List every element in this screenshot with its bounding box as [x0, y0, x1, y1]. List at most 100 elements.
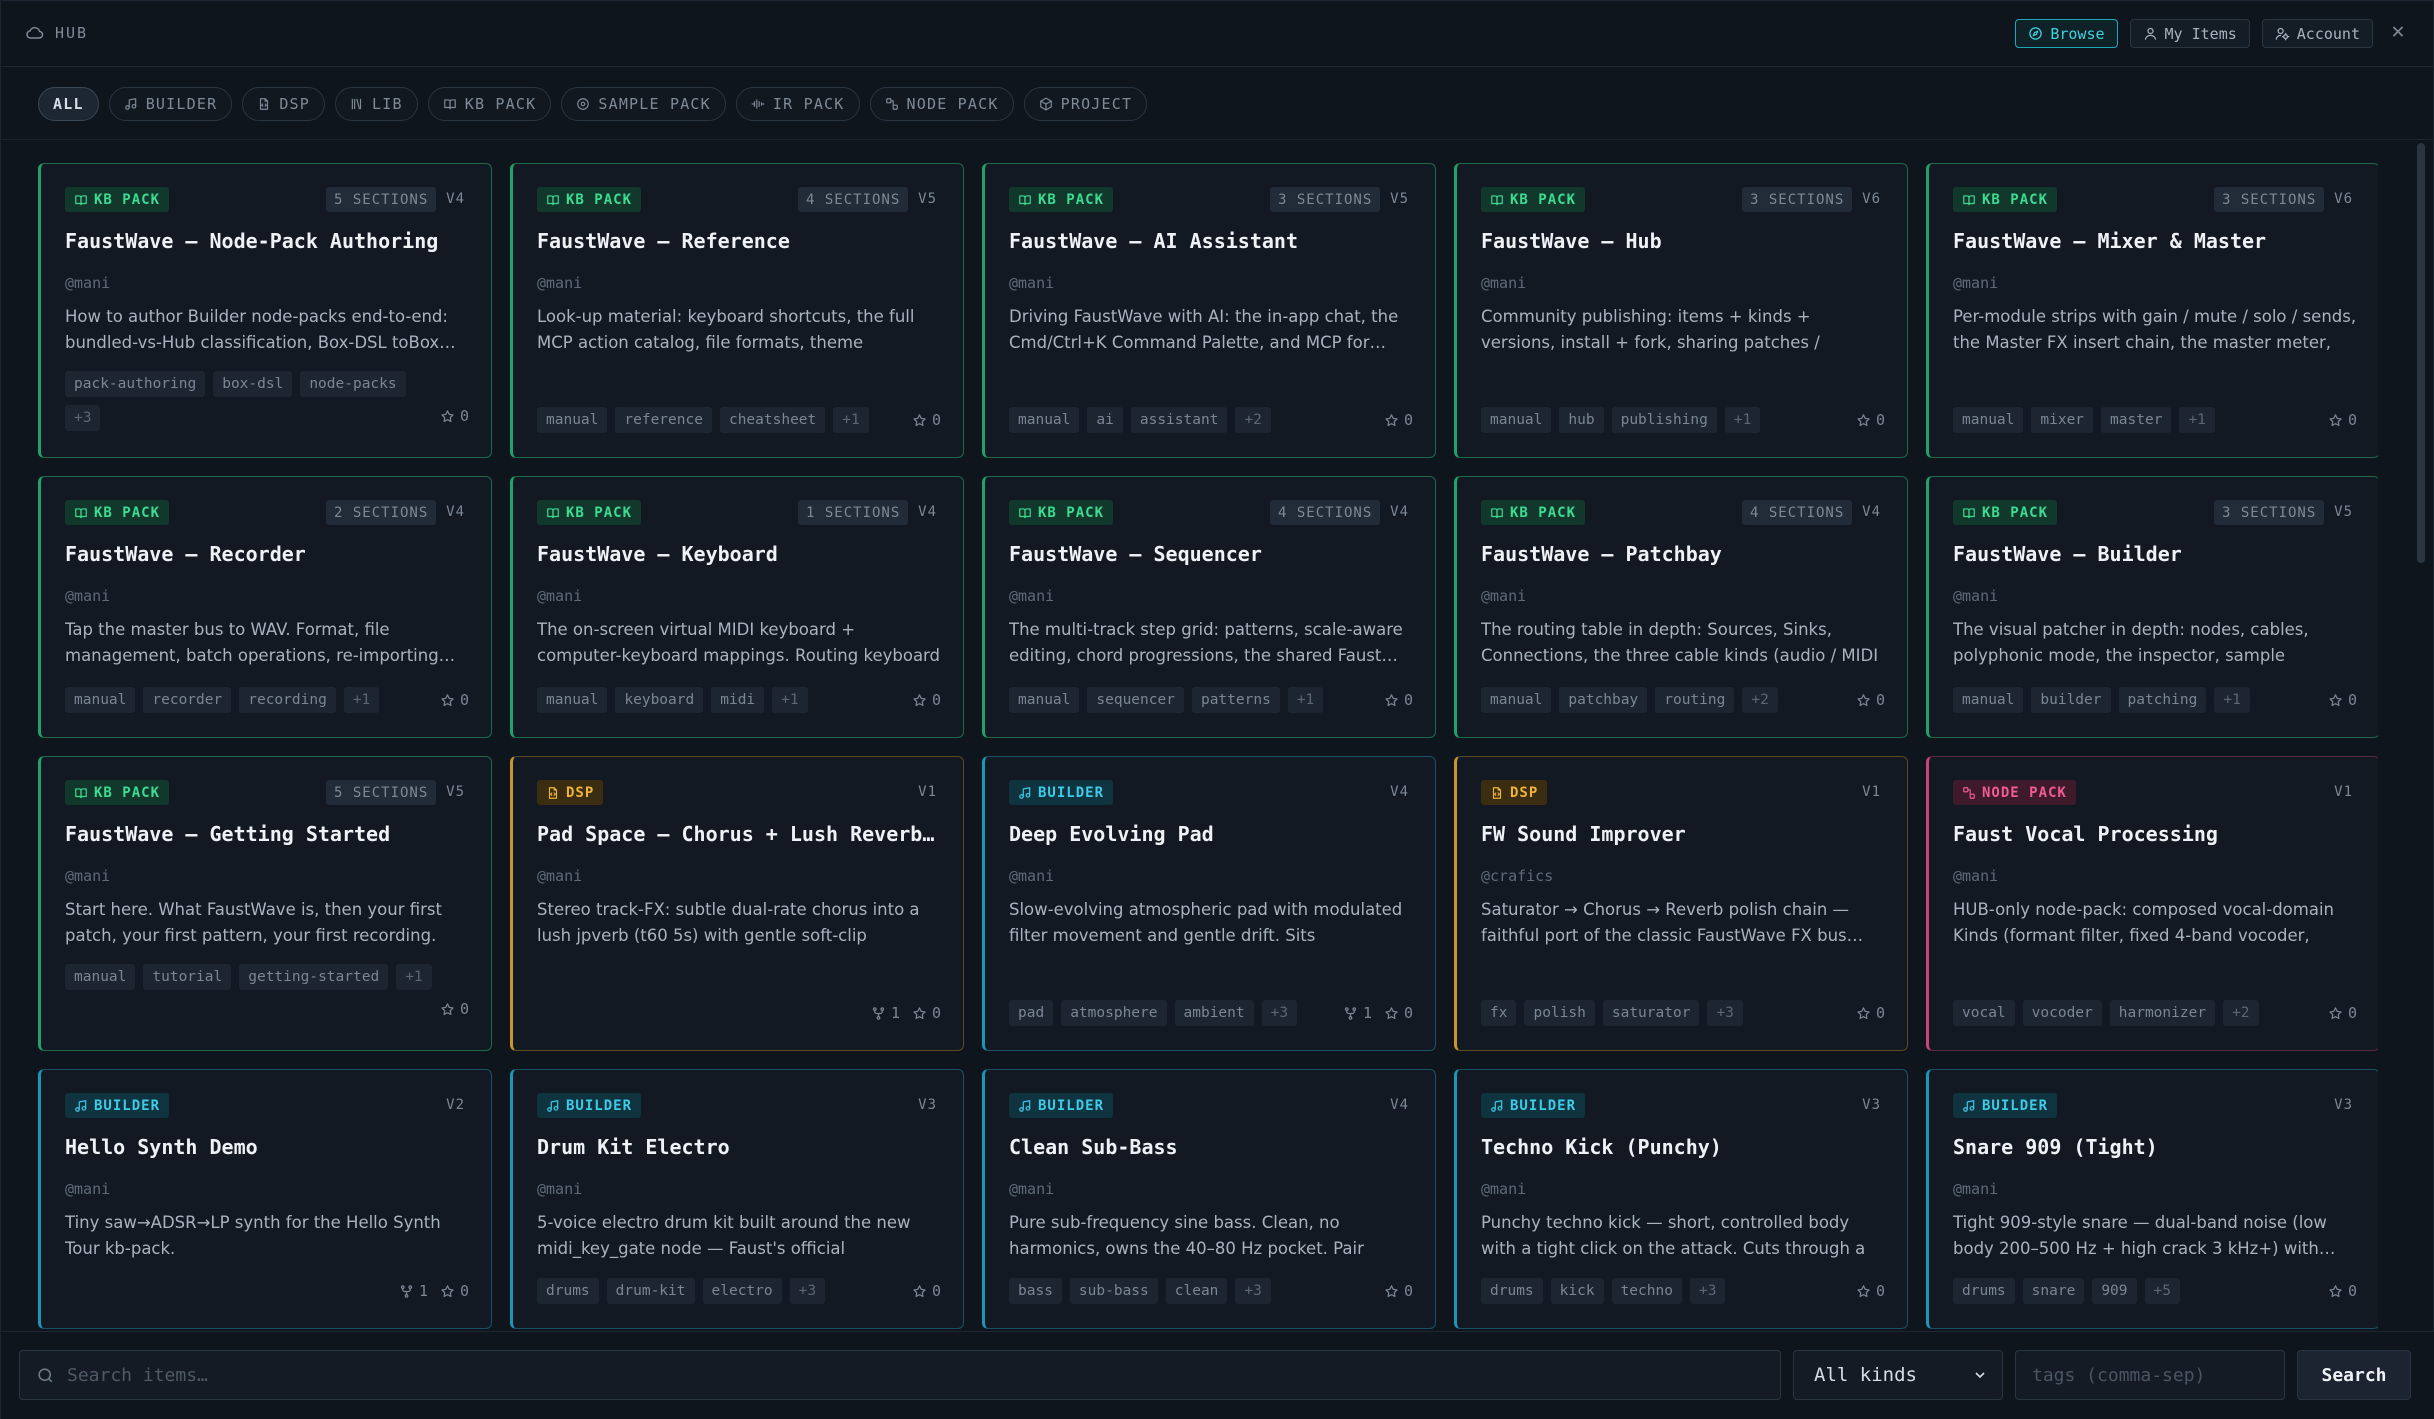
- tags-field[interactable]: [2015, 1350, 2285, 1400]
- item-title[interactable]: Deep Evolving Pad: [1009, 822, 1415, 846]
- item-author[interactable]: @mani: [65, 1180, 110, 1198]
- tag[interactable]: hub: [1559, 407, 1604, 433]
- star-button[interactable]: 0: [2328, 1282, 2357, 1300]
- star-button[interactable]: 0: [1384, 1004, 1413, 1022]
- item-author[interactable]: @mani: [537, 587, 582, 605]
- tag[interactable]: manual: [65, 687, 136, 713]
- tag[interactable]: manual: [1009, 687, 1080, 713]
- tag[interactable]: midi: [711, 687, 765, 713]
- filter-sample-pack-chip[interactable]: SAMPLE PACK: [561, 87, 726, 121]
- more-tags-badge[interactable]: +1: [772, 687, 808, 713]
- search-button[interactable]: Search: [2297, 1350, 2411, 1400]
- scrollbar-thumb[interactable]: [2417, 143, 2425, 563]
- item-author[interactable]: @mani: [1953, 1180, 1998, 1198]
- nav-browse-button[interactable]: Browse: [2015, 19, 2118, 48]
- item-author[interactable]: @mani: [65, 867, 110, 885]
- item-author[interactable]: @mani: [1953, 867, 1998, 885]
- item-title[interactable]: FW Sound Improver: [1481, 822, 1887, 846]
- item-title[interactable]: FaustWave — Hub: [1481, 229, 1887, 253]
- filter-lib-chip[interactable]: LIB: [335, 87, 418, 121]
- tag[interactable]: ambient: [1174, 1000, 1254, 1026]
- item-title[interactable]: FaustWave — Builder: [1953, 542, 2359, 566]
- tag[interactable]: bass: [1009, 1278, 1062, 1304]
- item-card[interactable]: KB PACK 3 SECTIONS V5 FaustWave — AI Assist…: [982, 163, 1436, 458]
- item-author[interactable]: @mani: [65, 274, 110, 292]
- item-card[interactable]: BUILDER V3 Drum Kit Electro @mani 5-voice el…: [510, 1069, 964, 1329]
- star-button[interactable]: 0: [912, 1004, 941, 1022]
- close-icon[interactable]: ✕: [2387, 21, 2409, 43]
- tag[interactable]: routing: [1655, 687, 1735, 713]
- item-card[interactable]: DSP V1 FW Sound Improver @crafics Saturator …: [1454, 756, 1908, 1051]
- item-title[interactable]: FaustWave — AI Assistant: [1009, 229, 1415, 253]
- item-title[interactable]: FaustWave — Mixer & Master: [1953, 229, 2359, 253]
- star-button[interactable]: 0: [440, 1282, 469, 1300]
- nav-account-button[interactable]: Account: [2261, 19, 2373, 48]
- item-title[interactable]: FaustWave — Patchbay: [1481, 542, 1887, 566]
- item-title[interactable]: FaustWave — Getting Started: [65, 822, 471, 846]
- item-author[interactable]: @mani: [1953, 587, 1998, 605]
- item-title[interactable]: Drum Kit Electro: [537, 1135, 943, 1159]
- filter-builder-chip[interactable]: BUILDER: [108, 87, 233, 121]
- tag[interactable]: saturator: [1602, 1000, 1700, 1026]
- tag[interactable]: patching: [2118, 687, 2207, 713]
- more-tags-badge[interactable]: +5: [2144, 1278, 2180, 1304]
- more-tags-badge[interactable]: +1: [343, 687, 380, 713]
- item-card[interactable]: NODE PACK V1 Faust Vocal Processing @mani HU…: [1926, 756, 2378, 1051]
- star-button[interactable]: 0: [1856, 1282, 1885, 1300]
- item-card[interactable]: BUILDER V2 Hello Synth Demo @mani Tiny saw→A…: [38, 1069, 492, 1329]
- nav-my-items-button[interactable]: My Items: [2129, 19, 2250, 48]
- more-tags-badge[interactable]: +1: [833, 407, 869, 433]
- star-button[interactable]: 0: [912, 411, 941, 429]
- filter-all-chip[interactable]: ALL: [38, 87, 99, 121]
- item-author[interactable]: @mani: [1009, 587, 1054, 605]
- star-button[interactable]: 0: [2328, 1004, 2357, 1022]
- more-tags-badge[interactable]: +1: [1287, 687, 1324, 713]
- tag[interactable]: drum-kit: [606, 1278, 695, 1304]
- star-button[interactable]: 0: [912, 691, 941, 709]
- more-tags-badge[interactable]: +1: [2179, 407, 2215, 433]
- star-button[interactable]: 0: [440, 407, 469, 425]
- item-author[interactable]: @mani: [1481, 274, 1526, 292]
- search-input[interactable]: [67, 1364, 1767, 1386]
- star-button[interactable]: 0: [2328, 411, 2357, 429]
- scrollbar[interactable]: [2417, 143, 2425, 1333]
- tag[interactable]: assistant: [1130, 407, 1228, 433]
- tag[interactable]: snare: [2022, 1278, 2085, 1304]
- filter-node-pack-chip[interactable]: NODE PACK: [869, 87, 1014, 121]
- tag[interactable]: node-packs: [300, 371, 406, 397]
- tag[interactable]: manual: [1009, 407, 1080, 433]
- item-author[interactable]: @mani: [1009, 1180, 1054, 1198]
- tag[interactable]: pad: [1009, 1000, 1054, 1026]
- more-tags-badge[interactable]: +2: [1235, 407, 1271, 433]
- item-card[interactable]: KB PACK 2 SECTIONS V4 FaustWave — Recorder @…: [38, 476, 492, 738]
- item-title[interactable]: Techno Kick (Punchy): [1481, 1135, 1887, 1159]
- tag[interactable]: drums: [1481, 1278, 1543, 1304]
- item-author[interactable]: @mani: [1481, 587, 1526, 605]
- tag[interactable]: master: [2101, 407, 2172, 433]
- more-tags-badge[interactable]: +1: [1724, 407, 1761, 433]
- item-card[interactable]: BUILDER V3 Snare 909 (Tight) @mani Tight 909…: [1926, 1069, 2378, 1329]
- item-card[interactable]: BUILDER V3 Techno Kick (Punchy) @mani Punchy…: [1454, 1069, 1908, 1329]
- item-author[interactable]: @mani: [1953, 274, 1998, 292]
- tag[interactable]: manual: [1481, 407, 1552, 433]
- tag[interactable]: getting-started: [239, 964, 389, 990]
- tag[interactable]: vocoder: [2022, 1000, 2102, 1026]
- tag[interactable]: pack-authoring: [65, 371, 206, 397]
- item-card[interactable]: KB PACK 3 SECTIONS V6 FaustWave — Mixer & M…: [1926, 163, 2378, 458]
- more-tags-badge[interactable]: +1: [2214, 687, 2250, 713]
- tag[interactable]: 909: [2092, 1278, 2137, 1304]
- more-tags-badge[interactable]: +3: [1707, 1000, 1743, 1026]
- item-card[interactable]: KB PACK 3 SECTIONS V5 FaustWave — Builder @m…: [1926, 476, 2378, 738]
- item-card[interactable]: KB PACK 5 SECTIONS V5 FaustWave — Getting S…: [38, 756, 492, 1051]
- tag[interactable]: kick: [1550, 1278, 1604, 1304]
- more-tags-badge[interactable]: +3: [1235, 1278, 1271, 1304]
- filter-ir-pack-chip[interactable]: IR PACK: [735, 87, 860, 121]
- item-title[interactable]: Snare 909 (Tight): [1953, 1135, 2359, 1159]
- more-tags-badge[interactable]: +2: [1742, 687, 1778, 713]
- item-card[interactable]: DSP V1 Pad Space — Chorus + Lush Reverb (F…: [510, 756, 964, 1051]
- item-title[interactable]: Clean Sub-Bass: [1009, 1135, 1415, 1159]
- star-button[interactable]: 0: [1384, 1282, 1413, 1300]
- item-author[interactable]: @mani: [537, 274, 582, 292]
- more-tags-badge[interactable]: +3: [789, 1278, 826, 1304]
- more-tags-badge[interactable]: +3: [1689, 1278, 1726, 1304]
